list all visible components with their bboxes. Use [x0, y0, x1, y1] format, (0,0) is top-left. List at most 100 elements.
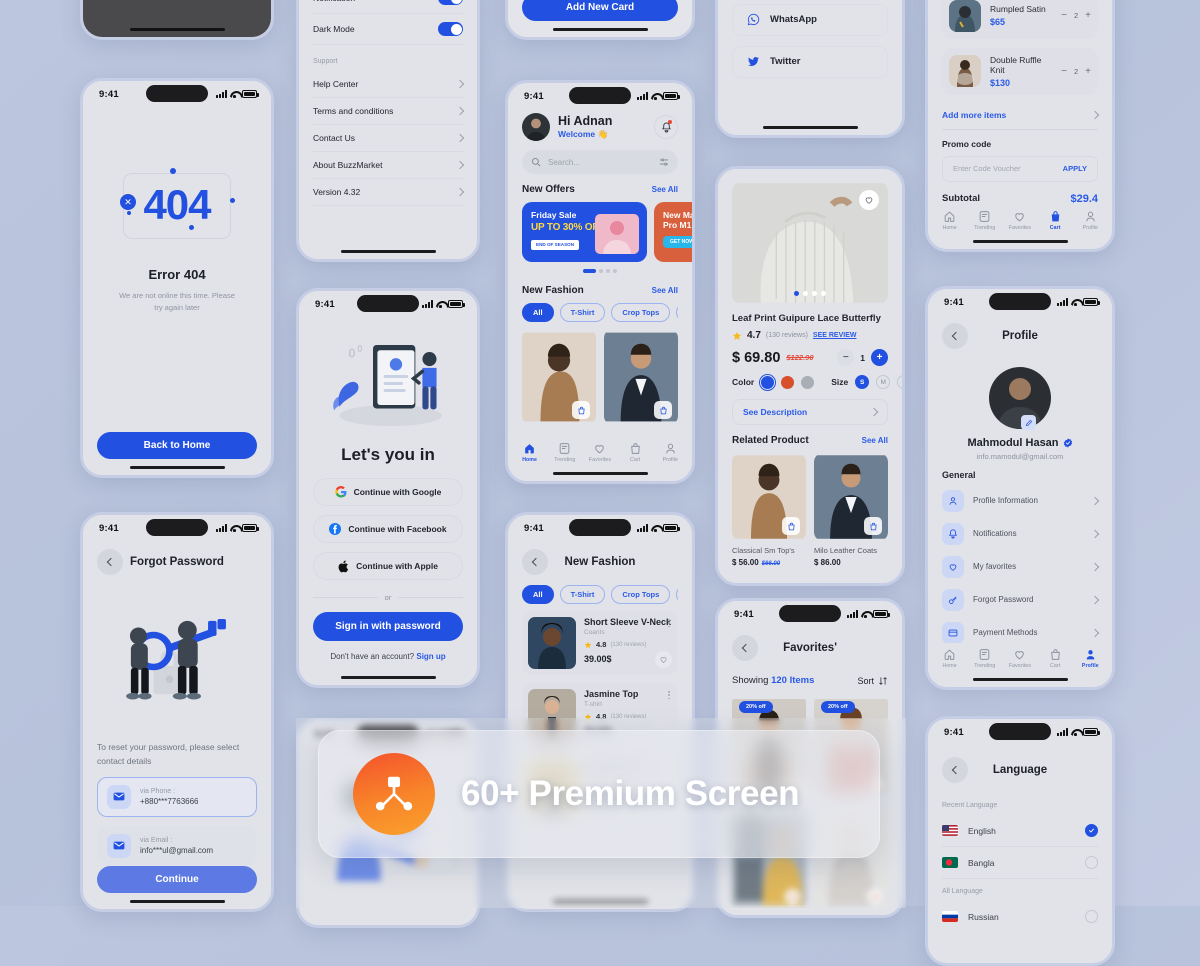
see-all-related-link[interactable]: See All: [862, 436, 888, 445]
dark-mode-toggle[interactable]: [438, 22, 463, 37]
increase-quantity-button[interactable]: +: [871, 349, 888, 366]
size-option-l[interactable]: L: [897, 375, 902, 389]
decrease-quantity-button[interactable]: −: [837, 349, 855, 366]
add-to-bag-button[interactable]: [654, 401, 672, 419]
bottom-navigation[interactable]: Home Trending Favorites Cart Profile: [928, 205, 1112, 233]
offers-carousel[interactable]: Friday Sale UP TO 30% OFF END OF SEASON …: [522, 202, 692, 262]
favorite-button[interactable]: [867, 889, 882, 904]
tab-profile[interactable]: Profile: [1073, 648, 1107, 669]
product-card[interactable]: [522, 329, 596, 425]
chip-tshirt[interactable]: T-Shirt: [559, 303, 606, 322]
tab-trending[interactable]: Trending: [968, 210, 1002, 231]
see-review-link[interactable]: SEE REVIEW: [813, 332, 857, 339]
menu-item-my-favorites[interactable]: My favorites: [942, 550, 1100, 583]
chip-all[interactable]: All: [522, 303, 554, 322]
more-options-icon[interactable]: [668, 691, 670, 700]
menu-item-forgot-password[interactable]: Forgot Password: [942, 583, 1100, 616]
notification-bell-button[interactable]: [654, 115, 678, 139]
sign-up-link[interactable]: Sign up: [416, 652, 445, 661]
setting-dark-mode[interactable]: Dark Mode: [313, 14, 463, 46]
support-link-about[interactable]: About BuzzMarket: [313, 152, 465, 180]
favorite-button[interactable]: [859, 190, 879, 210]
product-card[interactable]: [604, 329, 678, 425]
offer-card[interactable]: New Mac Pro M1 2 GET NOW: [654, 202, 692, 262]
language-option-bangla[interactable]: Bangla: [942, 847, 1098, 879]
tab-trending[interactable]: Trending: [548, 442, 582, 463]
increase-quantity-button[interactable]: +: [1085, 10, 1091, 21]
apply-button[interactable]: APPLY: [1063, 164, 1087, 173]
notification-toggle[interactable]: [438, 0, 463, 6]
back-button[interactable]: [942, 757, 968, 783]
category-chips[interactable]: All T-Shirt Crop Tops Blazer: [522, 585, 678, 604]
sign-in-with-password-button[interactable]: Sign in with password: [313, 612, 463, 641]
offer-card[interactable]: Friday Sale UP TO 30% OFF END OF SEASON: [522, 202, 647, 262]
social-link-twitter[interactable]: Twitter: [732, 45, 888, 78]
increase-quantity-button[interactable]: +: [1085, 66, 1091, 77]
radio-unselected[interactable]: [1085, 910, 1098, 923]
cart-item[interactable]: Rumpled Satin $65 − 2 +: [942, 0, 1098, 39]
edit-avatar-button[interactable]: [1021, 415, 1036, 430]
avatar[interactable]: [522, 113, 550, 141]
size-option-m[interactable]: M: [876, 375, 891, 389]
support-link-contact[interactable]: Contact Us: [313, 125, 465, 153]
bottom-navigation[interactable]: Home Trending Favorites Cart Profile: [508, 437, 692, 465]
chip-crop-tops[interactable]: Crop Tops: [611, 303, 671, 322]
add-more-items-link[interactable]: Add more items: [942, 104, 1100, 130]
continue-with-google-button[interactable]: Continue with Google: [313, 478, 463, 506]
back-button[interactable]: [97, 549, 123, 575]
menu-item-notifications[interactable]: Notifications: [942, 517, 1100, 550]
tab-trending[interactable]: Trending: [968, 648, 1002, 669]
tab-cart[interactable]: Cart: [618, 442, 652, 463]
bottom-navigation[interactable]: Home Trending Favorites Cart Profile: [928, 643, 1112, 671]
search-bar[interactable]: Search...: [522, 150, 678, 174]
image-carousel-dots[interactable]: [732, 291, 888, 296]
radio-unselected[interactable]: [1085, 856, 1098, 869]
avatar[interactable]: [989, 367, 1051, 429]
size-option-s[interactable]: S: [855, 375, 870, 389]
support-link-version[interactable]: Version 4.32: [313, 179, 465, 207]
radio-selected[interactable]: [1085, 824, 1098, 837]
tab-cart[interactable]: Cart: [1038, 648, 1072, 669]
support-link-terms[interactable]: Terms and conditions: [313, 98, 465, 126]
continue-with-apple-button[interactable]: Continue with Apple: [313, 552, 463, 580]
quantity-stepper[interactable]: − 2 +: [1061, 66, 1091, 77]
quantity-stepper[interactable]: − 2 +: [1061, 10, 1091, 21]
tab-favorites[interactable]: Favorites: [583, 442, 617, 463]
back-button[interactable]: [732, 635, 758, 661]
tab-home[interactable]: Home: [933, 210, 967, 231]
tab-cart[interactable]: Cart: [1038, 210, 1072, 231]
see-all-fashion-link[interactable]: See All: [652, 286, 678, 295]
color-swatch-orange[interactable]: [781, 375, 795, 389]
chip-blazer[interactable]: Blazer: [676, 303, 678, 322]
related-product-card[interactable]: Milo Leather Coats $ 86.00: [814, 453, 888, 567]
decrease-quantity-button[interactable]: −: [1061, 10, 1067, 21]
tab-profile[interactable]: Profile: [1073, 210, 1107, 231]
more-options-icon[interactable]: [668, 619, 670, 628]
decrease-quantity-button[interactable]: −: [1061, 66, 1067, 77]
tab-favorites[interactable]: Favorites: [1003, 648, 1037, 669]
back-button[interactable]: [522, 549, 548, 575]
related-product-card[interactable]: Classical Sm Top's $ 56.00 $66.00: [732, 453, 806, 567]
back-button[interactable]: [942, 323, 968, 349]
back-to-home-button[interactable]: Back to Home: [97, 431, 257, 459]
product-hero-image[interactable]: [732, 181, 888, 305]
category-chips[interactable]: All T-Shirt Crop Tops Blazer: [522, 303, 678, 322]
favorite-button[interactable]: [785, 889, 800, 904]
add-to-bag-button[interactable]: [572, 401, 590, 419]
tab-favorites[interactable]: Favorites: [1003, 210, 1037, 231]
setting-notification[interactable]: Notification: [313, 0, 463, 15]
contact-option-email[interactable]: via Email : info***ul@gmail.com: [97, 825, 257, 866]
color-swatch-blue[interactable]: [758, 373, 777, 391]
add-to-bag-button[interactable]: [864, 517, 882, 535]
menu-item-payment-methods[interactable]: Payment Methods: [942, 616, 1100, 643]
chip-tshirt[interactable]: T-Shirt: [559, 585, 606, 604]
tab-home[interactable]: Home: [933, 648, 967, 669]
product-list-item[interactable]: Short Sleeve V-Neck Coants 4.8 (130 revi…: [522, 611, 678, 675]
color-swatch-gray[interactable]: [801, 375, 815, 389]
continue-with-facebook-button[interactable]: Continue with Facebook: [313, 515, 463, 543]
contact-option-phone[interactable]: via Phone : +880***7763666: [97, 776, 257, 817]
chip-all[interactable]: All: [522, 585, 554, 604]
favorite-button[interactable]: [655, 651, 672, 668]
menu-item-profile-information[interactable]: Profile Information: [942, 484, 1100, 517]
chip-blazer[interactable]: Blazer: [676, 585, 678, 604]
